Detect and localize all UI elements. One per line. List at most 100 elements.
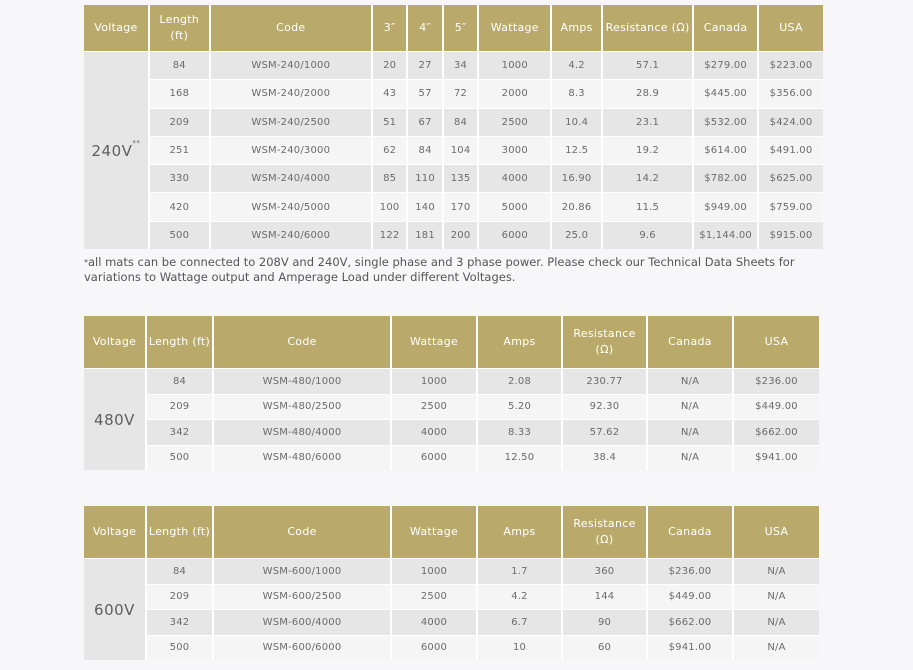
table-cell: WSM-240/4000 [210, 164, 373, 193]
table-cell: 181 [408, 220, 444, 250]
table-cell: 1.7 [478, 558, 563, 584]
table-cell: WSM-600/2500 [214, 583, 392, 609]
header-length: Length (ft) [149, 5, 211, 51]
table-cell: $614.00 [694, 135, 760, 165]
table-cell: 342 [147, 609, 214, 635]
table-cell: 209 [147, 393, 214, 419]
table-cell: $491.00 [759, 135, 823, 165]
header-usa: USA [734, 506, 819, 558]
table-row: 600V 84 WSM-600/1000 1000 1.7 360 $236.00 N/A [84, 558, 819, 660]
header-length: Length (ft) [147, 316, 214, 368]
table-cell: N/A [734, 583, 819, 609]
table-cell: 84 [408, 135, 444, 165]
table-cell: 500 [147, 444, 214, 470]
table-cell: 90 [563, 609, 648, 635]
table-cell: $236.00 [648, 558, 734, 584]
table-cell: 84 [147, 368, 214, 394]
table-cell: 209 [147, 583, 214, 609]
header-3in: 3″ [372, 5, 409, 51]
table-cell: 500 [149, 220, 211, 250]
table-cell: $915.00 [759, 220, 823, 250]
table-cell: WSM-480/4000 [214, 419, 392, 445]
table-cell: WSM-600/1000 [214, 558, 392, 584]
table-cell: WSM-480/1000 [214, 368, 392, 394]
table-cell: WSM-600/4000 [214, 609, 392, 635]
table-row: 420 WSM-240/5000 100 140 170 5000 20.86 11.5 $94… [84, 192, 823, 221]
table-cell: $532.00 [694, 107, 760, 136]
table-row: 500 WSM-600/6000 6000 10 60 $941.00 N/A [84, 634, 819, 660]
table-cell: 9.6 [602, 220, 695, 250]
header-row: Voltage Length (ft) Code Wattage Amps Re… [84, 506, 819, 558]
table-cell: 4000 [479, 164, 553, 193]
table-cell: 110 [408, 164, 444, 193]
table-cell: 10.4 [552, 107, 603, 136]
table-cell: 43 [372, 79, 409, 108]
table-cell: 2500 [479, 107, 553, 136]
table-cell: 85 [372, 164, 409, 193]
table-cell: $223.00 [759, 51, 823, 80]
table-cell: $759.00 [759, 192, 823, 221]
table-cell: 12.50 [478, 444, 563, 470]
header-resistance: Resistance (Ω) [602, 5, 695, 51]
table-cell: WSM-240/1000 [210, 51, 373, 80]
table-cell: 84 [443, 107, 480, 136]
table-row: 342 WSM-600/4000 4000 6.7 90 $662.00 N/A [84, 609, 819, 635]
table-cell: 57.1 [602, 51, 695, 80]
table-row: 209 WSM-600/2500 2500 4.2 144 $449.00 N/A [84, 583, 819, 609]
header-voltage: Voltage [84, 316, 147, 368]
table-cell: 200 [443, 220, 480, 250]
table-cell: N/A [648, 444, 734, 470]
table-cell: 6000 [392, 444, 478, 470]
header-code: Code [214, 506, 392, 558]
header-resistance: Resistance (Ω) [563, 316, 648, 368]
table-cell: $445.00 [694, 79, 760, 108]
table-row: 480V 84 WSM-480/1000 1000 2.08 230.77 N/A $236.… [84, 368, 819, 470]
table-cell: 135 [443, 164, 480, 193]
table-cell: 170 [443, 192, 480, 221]
table-cell: 4.2 [478, 583, 563, 609]
voltage-cell: 600V [84, 558, 147, 660]
table-cell: 2.08 [478, 368, 563, 394]
table-row: 342 WSM-480/4000 4000 8.33 57.62 N/A $662.00 [84, 419, 819, 445]
header-canada: Canada [694, 5, 760, 51]
table-cell: 140 [408, 192, 444, 221]
header-usa: USA [759, 5, 823, 51]
header-amps: Amps [552, 5, 603, 51]
table-cell: N/A [648, 393, 734, 419]
header-canada: Canada [648, 506, 734, 558]
table-cell: $662.00 [734, 419, 819, 445]
table-cell: 51 [372, 107, 409, 136]
table-cell: WSM-240/3000 [210, 135, 373, 165]
table-cell: $449.00 [734, 393, 819, 419]
table-cell: N/A [734, 558, 819, 584]
table-cell: 1000 [392, 558, 478, 584]
table-cell: 122 [372, 220, 409, 250]
header-wattage: Wattage [392, 316, 478, 368]
table-cell: $625.00 [759, 164, 823, 193]
table-cell: 92.30 [563, 393, 648, 419]
table-row: 251 WSM-240/3000 62 84 104 3000 12.5 19.2 $614.0… [84, 135, 823, 165]
table-cell: 420 [149, 192, 211, 221]
table-cell: 10 [478, 634, 563, 660]
table-cell: 6000 [479, 220, 553, 250]
header-code: Code [210, 5, 373, 51]
footnote-text: all mats can be connected to 208V and 24… [84, 255, 795, 284]
table-cell: $782.00 [694, 164, 760, 193]
table-row: 240V** 84 WSM-240/1000 20 27 34 1000 4.2 57.1 $27… [84, 51, 823, 250]
table-cell: 209 [149, 107, 211, 136]
header-wattage: Wattage [392, 506, 478, 558]
table-cell: 230.77 [563, 368, 648, 394]
table-cell: 84 [149, 51, 211, 80]
table-cell: WSM-600/6000 [214, 634, 392, 660]
table-cell: 1000 [392, 368, 478, 394]
table-cell: 6.7 [478, 609, 563, 635]
table-cell: WSM-240/6000 [210, 220, 373, 250]
table-cell: 360 [563, 558, 648, 584]
header-4in: 4″ [408, 5, 444, 51]
table-cell: 8.33 [478, 419, 563, 445]
table-cell: 23.1 [602, 107, 695, 136]
table-cell: $941.00 [734, 444, 819, 470]
voltage-label: 480V [94, 410, 135, 429]
table-cell: 84 [147, 558, 214, 584]
table-cell: 20 [372, 51, 409, 80]
